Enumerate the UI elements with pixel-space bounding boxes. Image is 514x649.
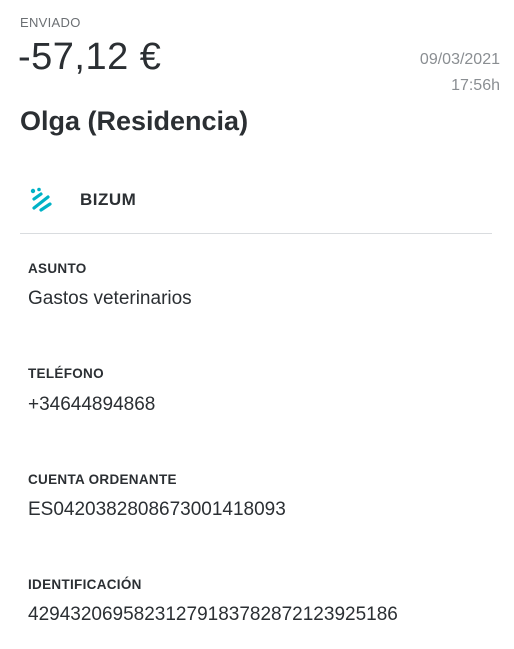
amount: -57,12 € bbox=[18, 36, 162, 78]
account-label: CUENTA ORDENANTE bbox=[28, 472, 177, 487]
divider bbox=[20, 233, 492, 234]
payment-method-row: BIZUM bbox=[20, 182, 492, 218]
bizum-icon bbox=[30, 187, 52, 212]
subject-value: Gastos veterinarios bbox=[28, 288, 192, 309]
phone-label: TELÉFONO bbox=[28, 366, 104, 381]
transaction-time: 17:56h bbox=[451, 77, 500, 94]
identification-label: IDENTIFICACIÓN bbox=[28, 577, 142, 592]
phone-value: +34644894868 bbox=[28, 394, 156, 415]
transaction-date: 09/03/2021 bbox=[419, 51, 500, 68]
payment-method-label: BIZUM bbox=[80, 190, 137, 209]
account-value: ES0420382808673001418093 bbox=[28, 499, 286, 520]
recipient-name: Olga (Residencia) bbox=[20, 106, 249, 136]
status-label: ENVIADO bbox=[20, 15, 81, 30]
identification-value: 429432069582312791837828721239251​86 bbox=[28, 604, 398, 625]
subject-label: ASUNTO bbox=[28, 261, 87, 276]
